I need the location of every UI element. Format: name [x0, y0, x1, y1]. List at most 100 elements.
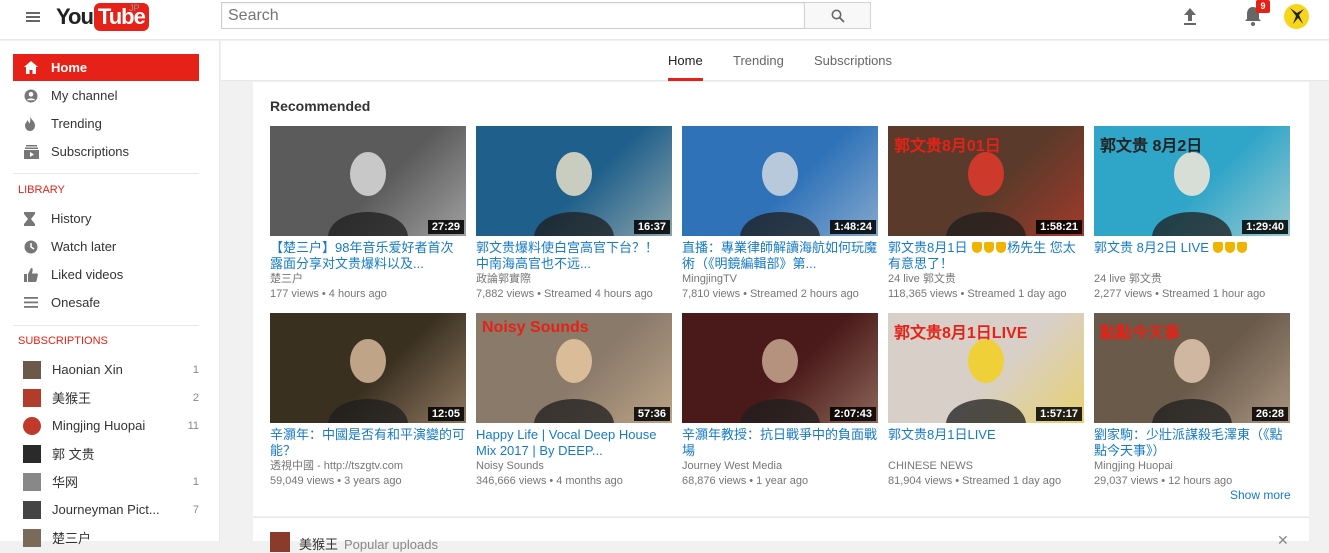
video-title[interactable]: 辛灝年教授：抗日戰爭中的負面戰場	[682, 427, 878, 459]
sidebar-item-onesafe[interactable]: Onesafe	[13, 289, 199, 316]
channel-name[interactable]: 24 live 郭文贵	[1094, 272, 1290, 287]
sidebar-item-my-channel[interactable]: My channel	[13, 82, 199, 109]
upload-age: 4 months ago	[556, 475, 623, 487]
sidebar-item-trending[interactable]: Trending	[13, 110, 199, 137]
video-card[interactable]: 郭文贵 8月2日 1:29:40 郭文贵 8月2日 LIVE 24 live 郭文贵…	[1094, 126, 1290, 302]
sidebar-item-label: Trending	[51, 116, 102, 131]
channel-name[interactable]: 透視中國 - http://tszgtv.com	[270, 459, 466, 474]
video-thumbnail[interactable]: 郭文贵8月1日LIVE 1:57:17	[888, 313, 1084, 423]
view-count: 177 views	[270, 288, 319, 300]
sidebar-item-label: History	[51, 211, 92, 226]
video-card[interactable]: 27:29 【楚三户】98年音乐爱好者首次露面分享对文贵爆料以及... 楚三户 177…	[270, 126, 466, 302]
video-meta: 2,277 views • Streamed 1 hour ago	[1094, 287, 1290, 302]
video-title[interactable]: Happy Life | Vocal Deep House Mix 2017 |…	[476, 427, 672, 459]
divider	[13, 325, 199, 326]
video-title[interactable]: 【楚三户】98年音乐爱好者首次露面分享对文贵爆料以及...	[270, 240, 466, 272]
sidebar-item-label: 楚三户	[52, 531, 92, 546]
video-card[interactable]: 郭文贵8月01日 1:58:21 郭文贵8月1日 杨先生 您太有意思了！ 24 liv…	[888, 126, 1084, 302]
avatar[interactable]	[1284, 4, 1309, 29]
library-heading: LIBRARY	[18, 184, 65, 196]
channel-name[interactable]: 24 live 郭文贵	[888, 272, 1084, 287]
search-input[interactable]	[221, 2, 805, 29]
shield-icon	[972, 242, 983, 253]
video-card[interactable]: 郭文贵8月1日LIVE 1:57:17 郭文贵8月1日LIVE CHINESE NEW…	[888, 313, 1084, 489]
video-card[interactable]: 16:37 郭文贵爆料使白宫高官下台？！ 中南海高官也不远... 政論郭實際 7,88…	[476, 126, 672, 302]
tab-home[interactable]: Home	[668, 41, 703, 81]
channel-name[interactable]: 楚三户	[270, 272, 466, 287]
playlist-icon	[13, 297, 51, 308]
channel-name[interactable]: CHINESE NEWS	[888, 459, 1084, 474]
video-title[interactable]: 直播：專業律師解讀海航如何玩魔術（《明鏡編輯部》第...	[682, 240, 878, 272]
show-more-link[interactable]: Show more	[1230, 488, 1291, 502]
video-title[interactable]: 郭文贵爆料使白宫高官下台？！ 中南海高官也不远...	[476, 240, 672, 272]
separator: •	[537, 288, 541, 300]
video-duration: 1:48:24	[830, 220, 876, 234]
sidebar-item-subscriptions[interactable]: Subscriptions	[13, 138, 199, 165]
sidebar-item-history[interactable]: History	[13, 205, 199, 232]
video-thumbnail[interactable]: Noisy Sounds 57:36	[476, 313, 672, 423]
video-thumbnail[interactable]: 16:37	[476, 126, 672, 236]
sidebar-item-label: My channel	[51, 88, 118, 103]
search-button[interactable]	[804, 2, 871, 29]
shield-icon	[984, 242, 995, 253]
video-meta: 68,876 views • 1 year ago	[682, 474, 878, 489]
tab-subscriptions[interactable]: Subscriptions	[814, 41, 892, 81]
channel-avatar	[23, 472, 41, 491]
video-title[interactable]: 郭文贵8月1日 杨先生 您太有意思了！	[888, 240, 1084, 272]
tab-trending[interactable]: Trending	[733, 41, 784, 81]
channel-avatar	[23, 500, 41, 519]
channel-name[interactable]: Noisy Sounds	[476, 459, 672, 474]
video-title[interactable]: 辛灝年：中國是否有和平演變的可能？	[270, 427, 466, 459]
sidebar-sub-huawang[interactable]: 华网 1	[13, 468, 199, 495]
next-shelf-title[interactable]: 美猴王 Popular uploads	[299, 534, 438, 553]
video-card[interactable]: 點點今天事 26:28 劉家駒：少壯派謀殺毛澤東（《點點今天事》） Mingjing …	[1094, 313, 1290, 489]
video-thumbnail[interactable]: 郭文贵8月01日 1:58:21	[888, 126, 1084, 236]
sidebar-sub-guo-wengui[interactable]: 郭 文贵	[13, 440, 199, 467]
sidebar-sub-journeyman[interactable]: Journeyman Pict... 7	[13, 496, 199, 523]
channel-avatar[interactable]	[270, 532, 290, 552]
menu-icon[interactable]	[24, 10, 42, 28]
sidebar-item-label: Mingjing Huopai	[52, 418, 146, 433]
channel-name: 美猴王	[299, 537, 339, 552]
clock-icon	[13, 240, 51, 254]
channel-name[interactable]: MingjingTV	[682, 272, 878, 287]
unread-count: 11	[187, 419, 199, 432]
video-duration: 1:29:40	[1242, 220, 1288, 234]
upload-icon[interactable]	[1181, 6, 1199, 26]
channel-avatar	[23, 416, 41, 435]
video-card[interactable]: 2:07:43 辛灝年教授：抗日戰爭中的負面戰場 Journey West Medi…	[682, 313, 878, 489]
hourglass-icon	[13, 211, 51, 226]
sidebar-item-label: Subscriptions	[51, 144, 130, 159]
channel-name[interactable]: Journey West Media	[682, 459, 878, 474]
video-thumbnail[interactable]: 1:48:24	[682, 126, 878, 236]
video-duration: 2:07:43	[830, 407, 876, 421]
channel-name[interactable]: 政論郭實際	[476, 272, 672, 287]
sidebar-item-liked-videos[interactable]: Liked videos	[13, 261, 199, 288]
sidebar-sub-meihouwang[interactable]: 美猴王 2	[13, 384, 199, 411]
video-thumbnail[interactable]: 郭文贵 8月2日 1:29:40	[1094, 126, 1290, 236]
video-thumbnail[interactable]: 12:05	[270, 313, 466, 423]
video-thumbnail[interactable]: 2:07:43	[682, 313, 878, 423]
sidebar-item-label: 华网	[52, 475, 79, 490]
sidebar-item-home[interactable]: Home	[13, 54, 199, 81]
person-icon	[13, 89, 51, 103]
video-thumbnail[interactable]: 27:29	[270, 126, 466, 236]
sidebar-sub-haonian-xin[interactable]: Haonian Xin 1	[13, 356, 199, 383]
thumbnail-overlay-text: 郭文贵8月01日	[894, 138, 1001, 155]
sidebar-item-label: 郭 文贵	[52, 447, 95, 462]
sidebar-item-watch-later[interactable]: Watch later	[13, 233, 199, 260]
sidebar-sub-mingjing-huopai[interactable]: Mingjing Huopai 11	[13, 412, 199, 439]
shield-icon	[996, 242, 1007, 253]
video-title[interactable]: 郭文贵8月1日LIVE	[888, 427, 1084, 459]
video-title[interactable]: 郭文贵 8月2日 LIVE	[1094, 240, 1290, 272]
video-title[interactable]: 劉家駒：少壯派謀殺毛澤東（《點點今天事》）	[1094, 427, 1290, 459]
video-card[interactable]: Noisy Sounds 57:36 Happy Life | Vocal Deep…	[476, 313, 672, 489]
sidebar-sub-chusanhu[interactable]: 楚三户	[13, 524, 199, 551]
video-card[interactable]: 1:48:24 直播：專業律師解讀海航如何玩魔術（《明鏡編輯部》第... Mingj…	[682, 126, 878, 302]
logo-text-you: You	[56, 4, 94, 29]
view-count: 7,882 views	[476, 288, 535, 300]
channel-name[interactable]: Mingjing Huopai	[1094, 459, 1290, 474]
video-meta: 7,810 views • Streamed 2 hours ago	[682, 287, 878, 302]
video-card[interactable]: 12:05 辛灝年：中國是否有和平演變的可能？ 透視中國 - http://tszg…	[270, 313, 466, 489]
video-thumbnail[interactable]: 點點今天事 26:28	[1094, 313, 1290, 423]
